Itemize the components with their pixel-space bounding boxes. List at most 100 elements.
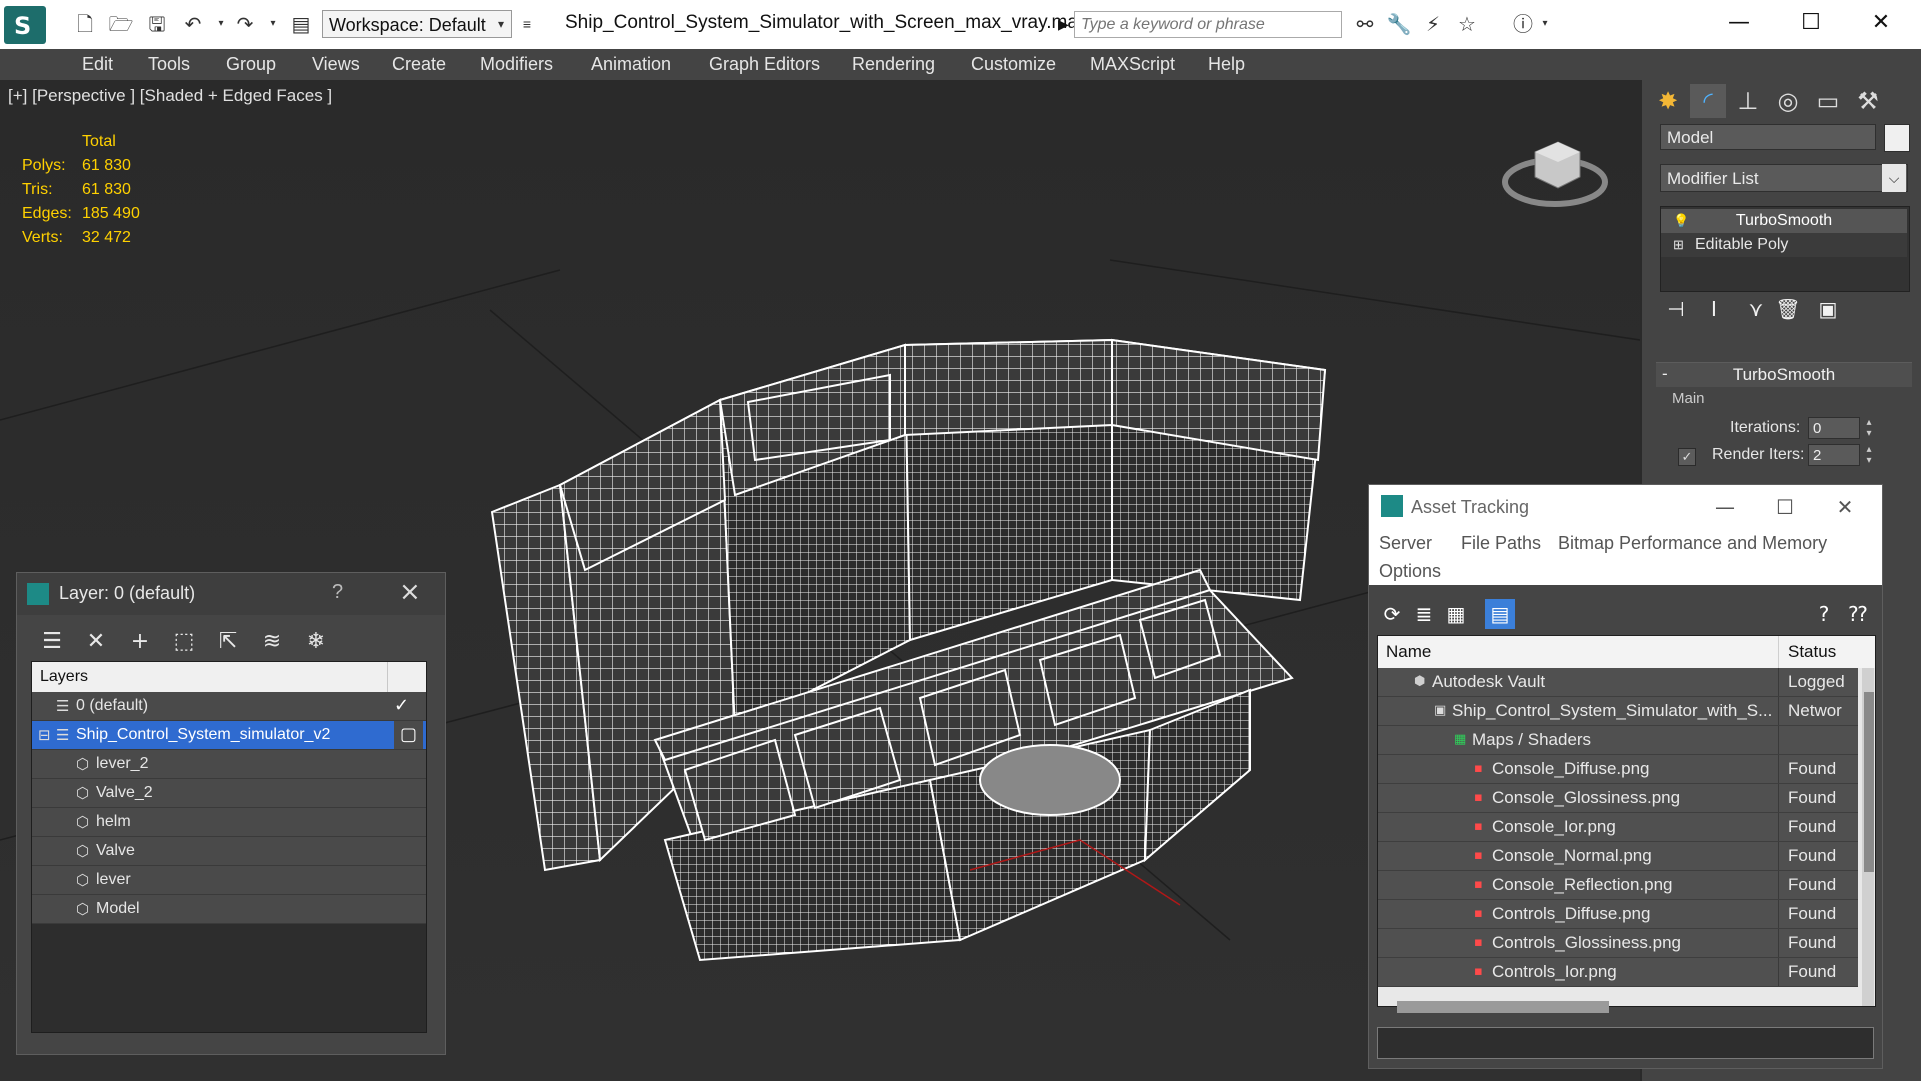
refresh-icon[interactable]: ⟳ (1377, 599, 1407, 629)
menu-edit[interactable]: Edit (82, 49, 113, 80)
save-icon[interactable]: 🖫 (144, 11, 170, 37)
menu-bitmap-performance[interactable]: Bitmap Performance and Memory (1558, 533, 1827, 554)
chevron-down-icon[interactable]: ⌵ (1882, 164, 1906, 192)
help-icon[interactable]: ? (1809, 599, 1839, 629)
delete-layer-icon[interactable]: ✕ (79, 625, 113, 659)
close-icon[interactable]: ✕ (1856, 6, 1906, 40)
redo-dropdown-icon[interactable]: ▾ (260, 11, 286, 37)
column-name[interactable]: Name (1386, 636, 1431, 668)
make-unique-icon[interactable]: ⋎ (1740, 294, 1772, 324)
asset-row[interactable]: ▪ Console_Reflection.png Found (1378, 871, 1858, 900)
horizontal-scrollbar[interactable] (1397, 1001, 1609, 1013)
asset-row[interactable]: ▪ Console_Ior.png Found (1378, 813, 1858, 842)
layer-row[interactable]: ⬡ helm (32, 808, 426, 837)
render-iters-checkbox[interactable]: ✓ (1678, 448, 1696, 466)
remove-modifier-icon[interactable]: 🗑 (1772, 294, 1804, 324)
layer-dialog-titlebar[interactable]: Layer: 0 (default) ? × (17, 573, 445, 615)
iterations-spinner[interactable]: 0 (1808, 417, 1860, 439)
hierarchy-tab-icon[interactable]: ⊥ (1730, 84, 1766, 118)
highlight-layer-icon[interactable]: ⇱ (211, 625, 245, 659)
asset-row[interactable]: ▪ Console_Normal.png Found (1378, 842, 1858, 871)
add-to-layer-icon[interactable]: + (123, 625, 157, 659)
create-tab-icon[interactable]: ✸ (1650, 84, 1686, 118)
menu-server[interactable]: Server (1379, 533, 1432, 554)
select-objects-icon[interactable]: ⬚ (167, 625, 201, 659)
layer-row[interactable]: ⬡ Valve (32, 837, 426, 866)
menu-help[interactable]: Help (1208, 49, 1245, 80)
wrench-icon[interactable]: 🔧 (1384, 11, 1414, 37)
undo-dropdown-icon[interactable]: ▾ (208, 11, 234, 37)
menu-file[interactable]: File (1461, 533, 1490, 554)
open-file-icon[interactable]: 🗁 (108, 11, 134, 37)
column-status[interactable]: Status (1788, 636, 1836, 668)
asset-row[interactable]: ▣ Ship_Control_System_Simulator_with_S...… (1378, 697, 1858, 726)
viewcube-icon[interactable] (1500, 122, 1610, 212)
pin-stack-icon[interactable]: ⊣ (1660, 294, 1692, 324)
expand-plus-icon[interactable]: ⊞ (1673, 233, 1684, 257)
configure-sets-icon[interactable]: ▣ (1812, 294, 1844, 324)
asset-row[interactable]: ▪ Controls_Ior.png Found (1378, 958, 1858, 987)
binoculars-icon[interactable]: ⚯ (1350, 11, 1380, 37)
menu-graph-editors[interactable]: Graph Editors (709, 49, 820, 80)
collapse-toggle-icon[interactable]: ⊟ (38, 721, 51, 749)
list-view-icon[interactable]: ≣ (1409, 599, 1439, 629)
maximize-icon[interactable]: ☐ (1765, 491, 1805, 523)
project-folder-icon[interactable]: ▤ (288, 11, 314, 37)
workspace-menu-icon[interactable]: ≡ (516, 10, 538, 38)
utilities-tab-icon[interactable]: ⚒ (1850, 84, 1886, 118)
spinner-arrows-icon[interactable]: ▴ ▾ (1862, 417, 1876, 439)
close-icon[interactable]: × (399, 577, 421, 607)
create-layer-icon[interactable]: ☰ (35, 625, 69, 659)
table-view-icon[interactable]: ▤ (1485, 599, 1515, 629)
search-expand-icon[interactable]: ▶ (1058, 12, 1069, 36)
help-button[interactable]: ? (332, 581, 343, 604)
object-name-field[interactable]: Model (1660, 124, 1876, 150)
viewport-label[interactable]: [+] [Perspective ] [Shaded + Edged Faces… (8, 86, 332, 106)
favorites-star-icon[interactable]: ☆ (1452, 11, 1482, 37)
layer-row[interactable]: ☰ 0 (default) ✓ (32, 692, 426, 721)
turbosmooth-rollout-header[interactable]: TurboSmooth (1656, 362, 1912, 387)
asset-row[interactable]: ▦ Maps / Shaders (1378, 726, 1858, 755)
layer-row[interactable]: ⬡ lever_2 (32, 750, 426, 779)
asset-row[interactable]: ▪ Controls_Glossiness.png Found (1378, 929, 1858, 958)
menu-modifiers[interactable]: Modifiers (480, 49, 553, 80)
menu-group[interactable]: Group (226, 49, 276, 80)
collapse-icon[interactable]: - (1662, 362, 1668, 386)
menu-customize[interactable]: Customize (971, 49, 1056, 80)
object-color-swatch[interactable] (1884, 124, 1910, 152)
maximize-icon[interactable]: ☐ (1786, 6, 1836, 40)
asset-tracking-titlebar[interactable]: Asset Tracking — ☐ ✕ (1369, 485, 1882, 529)
render-iters-spinner[interactable]: 2 (1808, 444, 1860, 466)
vertical-scroll-thumb[interactable] (1864, 692, 1874, 872)
set-current-layer-icon[interactable]: ▢ (394, 721, 424, 749)
light-bulb-icon[interactable]: 💡 (1673, 209, 1689, 233)
stack-item-editable-poly[interactable]: ⊞ Editable Poly (1661, 233, 1907, 257)
layer-row[interactable]: ⬡ Valve_2 (32, 779, 426, 808)
modifier-list-dropdown[interactable]: Modifier List (1660, 164, 1908, 192)
chevron-down-icon[interactable]: ▾ (498, 10, 504, 38)
context-help-icon[interactable]: ⁇ (1843, 599, 1873, 629)
asset-row[interactable]: ▪ Console_Diffuse.png Found (1378, 755, 1858, 784)
menu-animation[interactable]: Animation (591, 49, 671, 80)
undo-icon[interactable]: ↶ (180, 11, 206, 37)
app-logo-button[interactable]: S (4, 6, 46, 44)
stack-item-turbosmooth[interactable]: 💡 TurboSmooth (1661, 209, 1907, 233)
current-layer-check-icon[interactable]: ✓ (394, 692, 409, 720)
display-tab-icon[interactable]: ▭ (1810, 84, 1846, 118)
redo-icon[interactable]: ↷ (232, 11, 258, 37)
thumbnail-view-icon[interactable]: ▦ (1441, 599, 1471, 629)
menu-paths-label[interactable]: Paths (1495, 533, 1541, 554)
hide-all-layers-icon[interactable]: ≋ (255, 625, 289, 659)
menu-tools[interactable]: Tools (148, 49, 190, 80)
workspace-select[interactable]: Workspace: Default (322, 10, 512, 38)
new-file-icon[interactable]: 🗋 (72, 11, 98, 37)
communication-center-icon[interactable]: ⚡ (1418, 11, 1448, 37)
modify-tab-icon[interactable]: ◜ (1690, 84, 1726, 118)
layer-row[interactable]: ⬡ Model (32, 895, 426, 924)
asset-row[interactable]: ▪ Console_Glossiness.png Found (1378, 784, 1858, 813)
menu-create[interactable]: Create (392, 49, 446, 80)
close-icon[interactable]: ✕ (1825, 491, 1865, 523)
layers-column-header[interactable]: Layers (32, 662, 426, 692)
help-dropdown-icon[interactable]: ▾ (1538, 11, 1552, 37)
asset-row[interactable]: ⬢ Autodesk Vault Logged (1378, 668, 1858, 697)
